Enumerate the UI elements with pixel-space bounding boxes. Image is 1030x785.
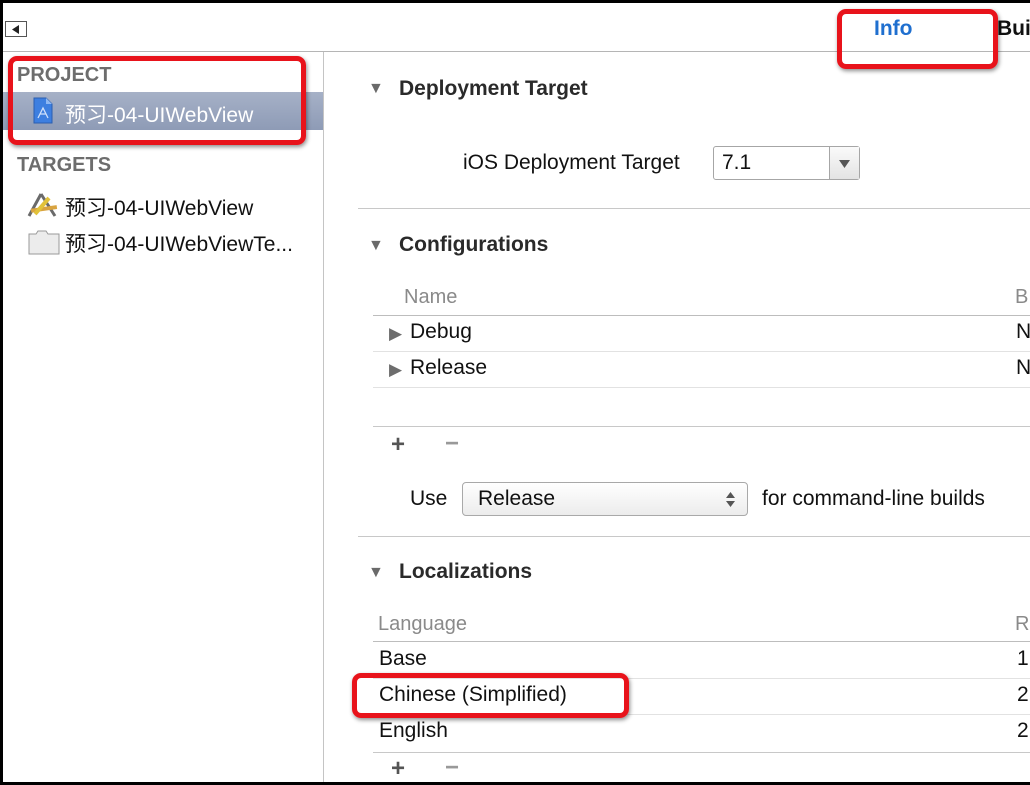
column-header-language[interactable]: Language	[378, 613, 467, 636]
add-configuration-button[interactable]: +	[391, 431, 405, 459]
section-title-deployment: Deployment Target	[399, 77, 588, 100]
annotation-highlight-info-tab	[837, 9, 998, 69]
sidebar-item-label: 预习-04-UIWebViewTe...	[65, 233, 293, 256]
column-header-based-on[interactable]: B	[1015, 286, 1028, 309]
language-name: Base	[379, 647, 427, 670]
remove-configuration-button[interactable]: −	[445, 430, 459, 458]
test-bundle-icon	[28, 230, 60, 255]
command-line-config-popup[interactable]: Release	[462, 482, 748, 516]
config-based-on: N	[1016, 320, 1030, 343]
project-navigator-sidebar: PROJECT 预习-04-UIWebView TARGETS 预习-04-UI…	[3, 52, 324, 782]
language-resources: 2	[1017, 719, 1029, 742]
disclosure-down-icon[interactable]: ▼	[368, 564, 384, 582]
deployment-target-value[interactable]: 7.1	[722, 151, 751, 175]
use-label: Use	[410, 487, 448, 510]
divider	[373, 387, 1030, 388]
command-line-builds-label: for command-line builds	[762, 487, 985, 510]
sidebar-toggle-button[interactable]	[5, 21, 27, 37]
up-down-arrows-icon	[726, 492, 735, 507]
table-row[interactable]: ▶ Release N	[373, 352, 1030, 387]
disclosure-down-icon[interactable]: ▼	[368, 237, 384, 255]
ios-deployment-target-combo[interactable]: 7.1	[713, 146, 860, 180]
language-name: English	[379, 719, 448, 742]
deployment-target-dropdown-button[interactable]	[829, 147, 859, 179]
popup-value: Release	[478, 487, 556, 510]
ios-deployment-target-label: iOS Deployment Target	[463, 151, 680, 174]
language-resources: 2	[1017, 683, 1029, 706]
triangle-left-icon	[12, 25, 19, 34]
config-name: Release	[410, 356, 488, 379]
section-title-localizations: Localizations	[399, 560, 533, 583]
config-based-on: N	[1016, 356, 1030, 379]
xcode-project-editor: Info Bui PROJECT 预习-04-UIWebView TARGETS…	[3, 3, 1030, 782]
targets-section-header: TARGETS	[17, 154, 112, 176]
app-target-icon	[27, 193, 58, 217]
sidebar-item-target-app[interactable]: 预习-04-UIWebView	[3, 188, 323, 222]
sidebar-item-target-tests[interactable]: 预习-04-UIWebViewTe...	[3, 224, 323, 258]
section-title-configurations: Configurations	[399, 233, 549, 256]
divider	[373, 426, 1030, 427]
sidebar-item-label: 预习-04-UIWebView	[65, 197, 254, 220]
remove-localization-button[interactable]: −	[445, 754, 459, 782]
annotation-highlight-chinese	[352, 673, 629, 718]
column-header-name[interactable]: Name	[404, 286, 457, 309]
table-row[interactable]: ▶ Debug N	[373, 316, 1030, 351]
annotation-highlight-project	[8, 56, 306, 145]
disclosure-right-icon[interactable]: ▶	[389, 324, 402, 344]
language-resources: 1	[1017, 647, 1029, 670]
column-header-resources[interactable]: R	[1015, 613, 1029, 636]
tab-build-settings[interactable]: Bui	[997, 17, 1030, 41]
disclosure-down-icon[interactable]: ▼	[368, 80, 384, 98]
divider	[373, 752, 1030, 753]
divider	[358, 536, 1030, 537]
disclosure-right-icon[interactable]: ▶	[389, 360, 402, 380]
config-name: Debug	[410, 320, 472, 343]
chevron-down-icon	[839, 160, 850, 168]
divider	[358, 208, 1030, 209]
add-localization-button[interactable]: +	[391, 755, 405, 782]
table-row[interactable]: English 2	[373, 715, 1030, 750]
table-row[interactable]: Base 1	[373, 642, 1030, 677]
